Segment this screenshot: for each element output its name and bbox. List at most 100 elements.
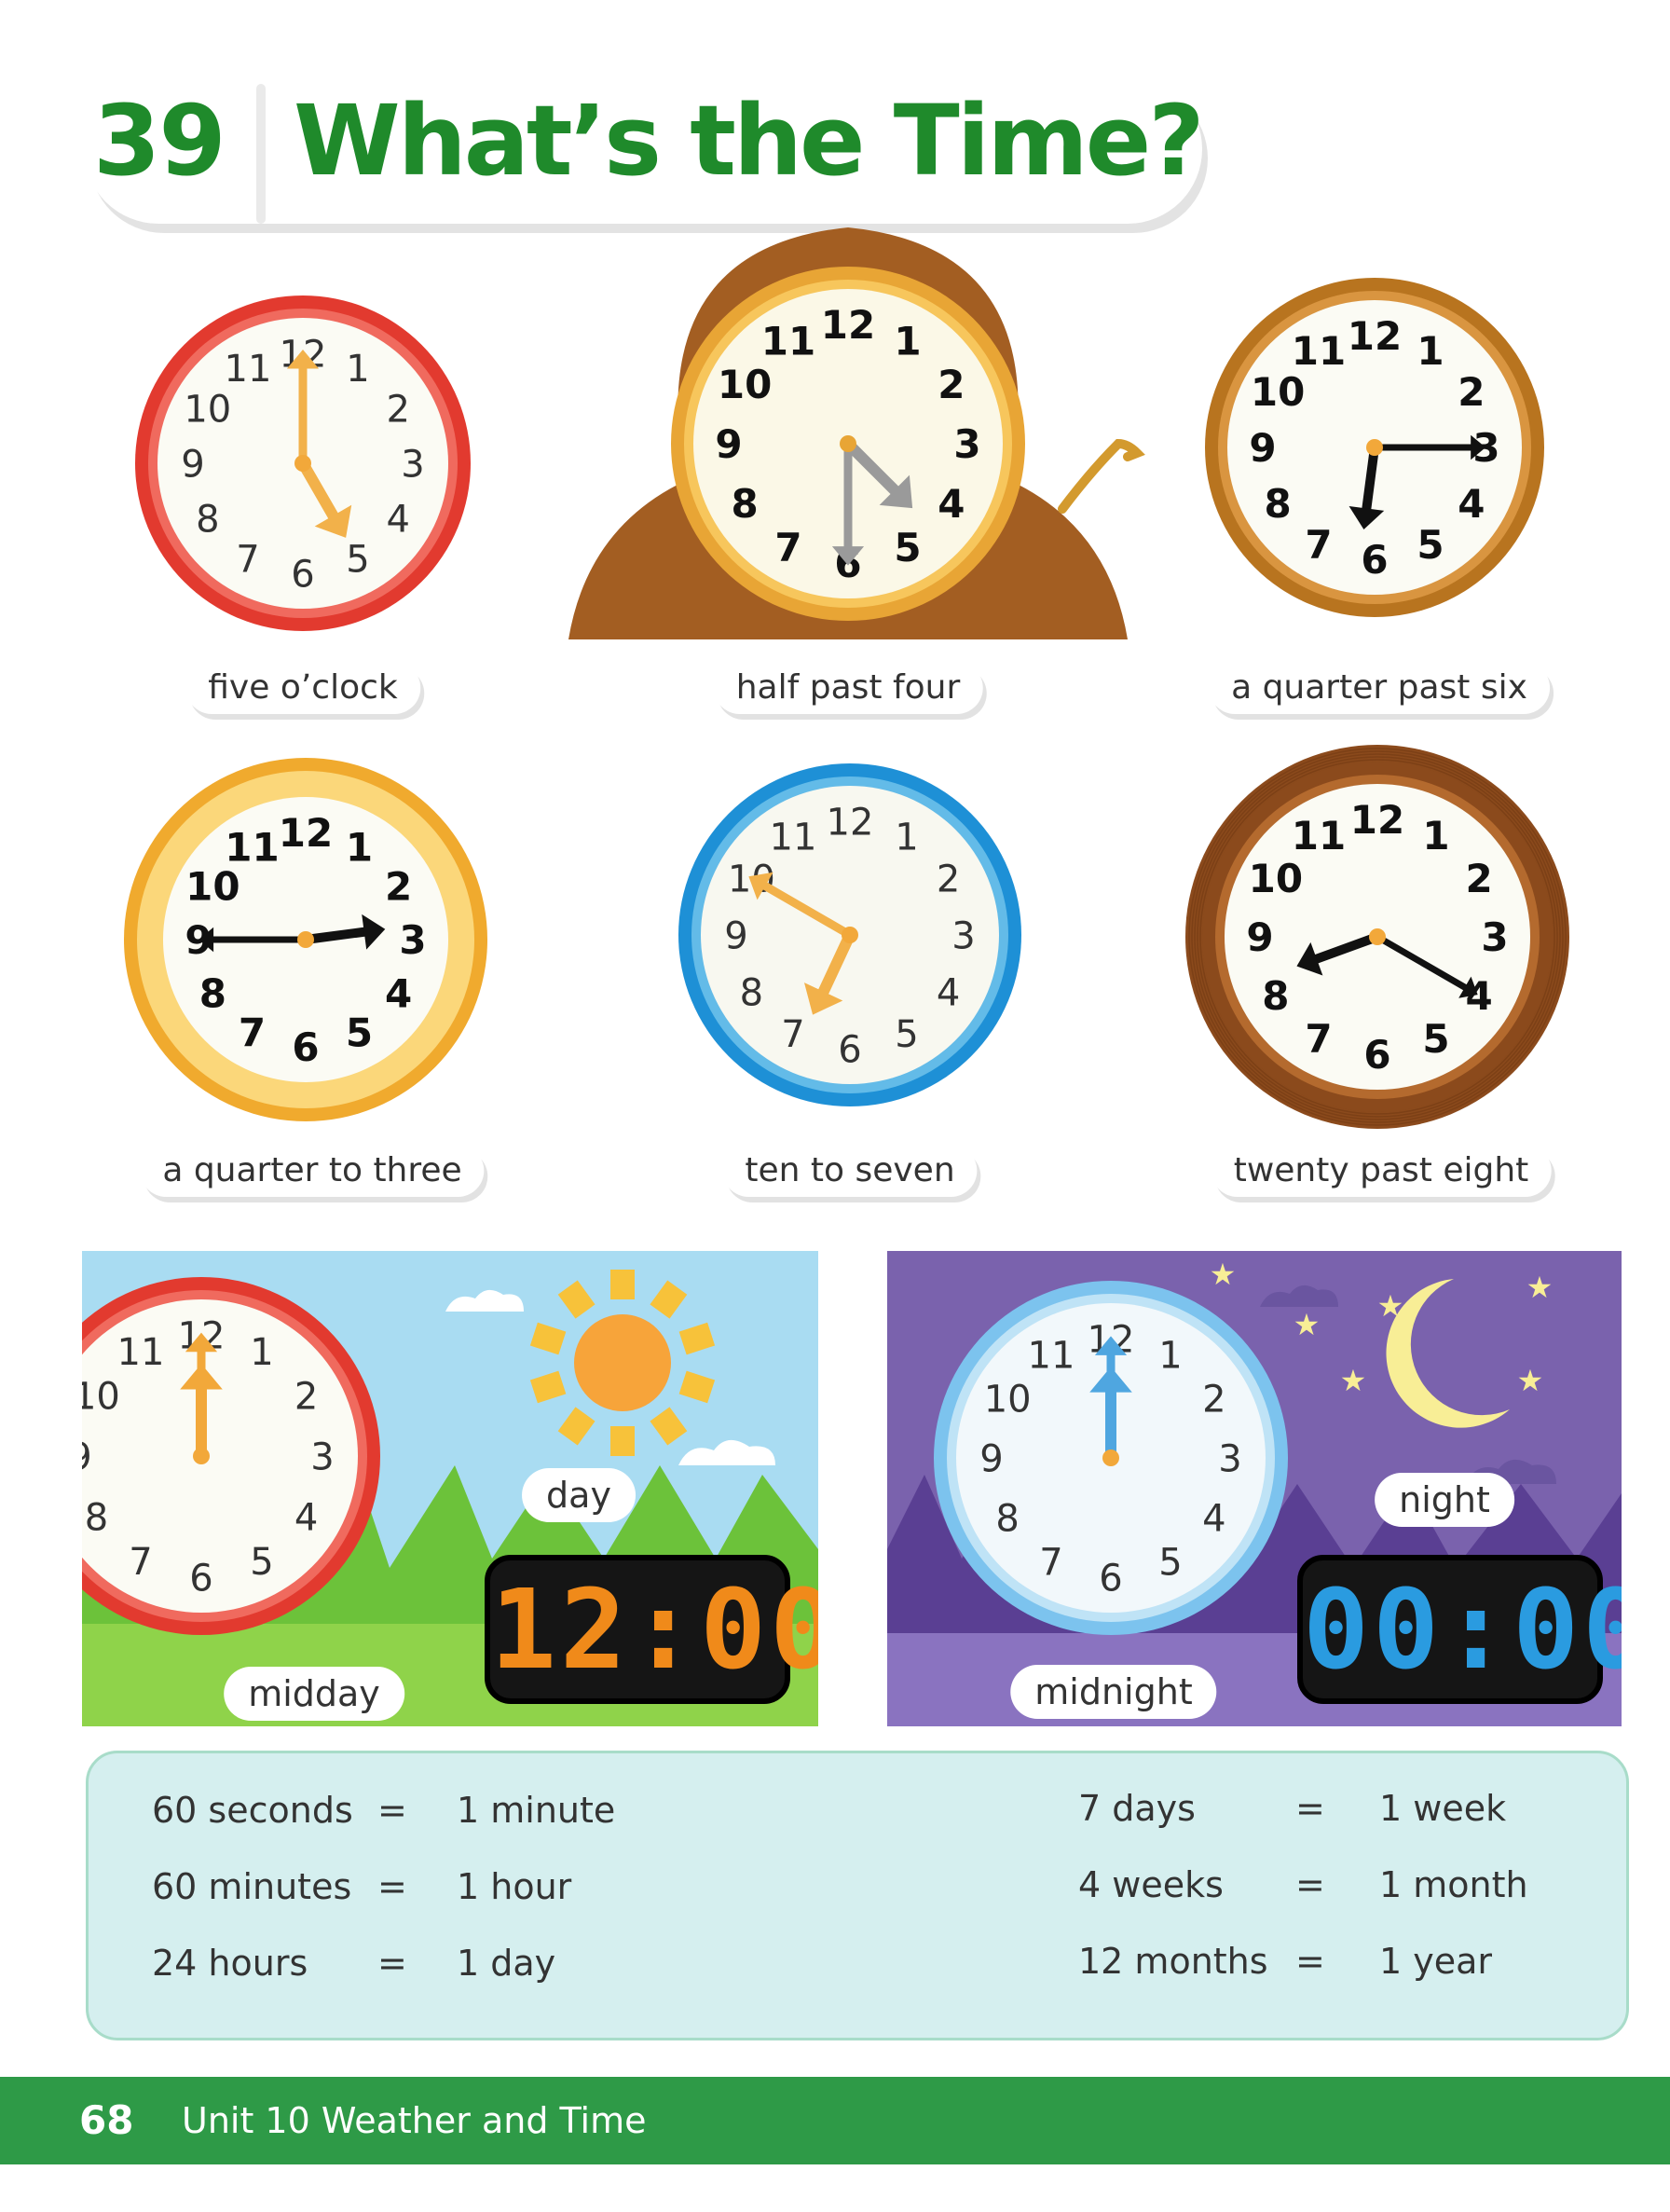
conversion-equals: = xyxy=(377,1866,407,1907)
clock-number: 5 xyxy=(346,539,369,582)
clock-number: 4 xyxy=(937,971,960,1014)
clock-number: 3 xyxy=(401,443,424,486)
clock-grid: 1212345678910111212345678910111212345678… xyxy=(0,0,1670,1212)
midnight-label: midnight xyxy=(1010,1665,1217,1719)
clock-caption-five-oclock: five o’clock xyxy=(185,662,420,714)
clock-number: 6 xyxy=(838,1028,861,1071)
clock-number: 5 xyxy=(894,525,921,570)
clock-number: 6 xyxy=(1363,1032,1390,1078)
clock-number: 11 xyxy=(225,825,279,871)
clock-number: 4 xyxy=(1202,1497,1225,1540)
clock-number: 12 xyxy=(1348,313,1402,359)
clock-caption-half-past-four: half past four xyxy=(713,662,983,714)
clock-caption-quarter-past-six: a quarter past six xyxy=(1209,662,1550,714)
clock-number: 1 xyxy=(346,348,369,391)
clock-number: 12 xyxy=(827,801,874,844)
clock-number: 11 xyxy=(761,318,815,364)
clock-number: 3 xyxy=(1218,1437,1241,1480)
conversion-lhs: 60 minutes xyxy=(152,1866,352,1907)
clock-caption-quarter-to-three: a quarter to three xyxy=(140,1145,485,1197)
conversion-equals: = xyxy=(377,1790,407,1831)
conversion-equals: = xyxy=(1295,1941,1325,1982)
night-badge: night xyxy=(1375,1473,1514,1527)
clock-number: 11 xyxy=(117,1331,165,1374)
midday-scene: 121234567891011 day midday 12:00 xyxy=(82,1251,818,1726)
clock-number: 12 xyxy=(821,302,875,348)
conversion-rhs: 1 week xyxy=(1379,1788,1507,1829)
clock-caption-ten-to-seven: ten to seven xyxy=(722,1145,978,1197)
clock-number: 1 xyxy=(895,817,918,859)
clock-center-pin xyxy=(297,931,314,948)
clock-number: 3 xyxy=(951,914,975,957)
clock-number: 7 xyxy=(1039,1541,1062,1584)
clock-number: 5 xyxy=(1417,522,1444,568)
clock-number: 10 xyxy=(82,1375,120,1418)
conversion-rhs: 1 month xyxy=(1379,1864,1528,1905)
clock-number: 6 xyxy=(291,553,314,596)
clock-number: 7 xyxy=(774,525,801,570)
clock-number: 9 xyxy=(724,914,747,957)
conversion-equals: = xyxy=(1295,1788,1325,1829)
clock-center-pin xyxy=(1366,439,1383,456)
clock-number: 8 xyxy=(199,971,226,1017)
day-badge: day xyxy=(522,1468,636,1522)
clock-number: 9 xyxy=(181,443,204,486)
clock-number: 3 xyxy=(1481,914,1508,960)
star-icon: ★ xyxy=(1210,1257,1237,1292)
conversion-lhs: 60 seconds xyxy=(152,1790,353,1831)
clock-center-pin xyxy=(1102,1449,1119,1466)
star-icon: ★ xyxy=(1294,1307,1321,1342)
clock-center-pin xyxy=(193,1448,210,1464)
analog-clock: 121234567891011 xyxy=(1185,745,1569,1129)
clock-number: 5 xyxy=(346,1010,373,1056)
clock-number: 9 xyxy=(82,1436,92,1478)
clock-number: 9 xyxy=(979,1437,1003,1480)
clock-number: 8 xyxy=(196,498,219,541)
conversion-equals: = xyxy=(1295,1864,1325,1905)
clock-number: 8 xyxy=(1264,481,1291,527)
analog-clock: 121234567891011 xyxy=(135,295,471,631)
time-conversions-box: 60 seconds = 1 minute 60 minutes = 1 hou… xyxy=(86,1751,1629,2040)
clock-number: 8 xyxy=(1262,973,1289,1019)
clock-center-pin xyxy=(842,927,858,943)
conversion-lhs: 24 hours xyxy=(152,1943,308,1984)
clock-number: 7 xyxy=(1305,522,1332,568)
clock-center-pin xyxy=(294,455,311,472)
clock-number: 8 xyxy=(995,1497,1019,1540)
clock-center-pin xyxy=(1369,928,1386,945)
clock-number: 11 xyxy=(1028,1335,1075,1378)
clock-number: 5 xyxy=(1422,1016,1449,1062)
conversion-rhs: 1 day xyxy=(457,1943,556,1984)
clock-number: 7 xyxy=(239,1010,266,1056)
analog-clock: 121234567891011 xyxy=(1205,278,1544,617)
sun-disk xyxy=(574,1314,671,1411)
clock-number: 12 xyxy=(1350,797,1404,843)
clock-number: 4 xyxy=(938,481,965,527)
star-icon: ★ xyxy=(1526,1270,1554,1305)
clock-number: 4 xyxy=(1458,481,1485,527)
page-footer: 68 Unit 10 Weather and Time xyxy=(0,2077,1670,2164)
clock-number: 10 xyxy=(718,362,772,407)
digital-clock-day: 12:00 xyxy=(485,1555,818,1704)
clock-number: 10 xyxy=(1249,856,1303,901)
clock-number: 8 xyxy=(740,971,763,1014)
midnight-scene: ★★★★★★121234567891011 night midnight 00:… xyxy=(887,1251,1622,1726)
midday-label: midday xyxy=(224,1667,404,1721)
clock-number: 1 xyxy=(1422,813,1449,859)
clock-number: 11 xyxy=(225,348,272,391)
clock-number: 2 xyxy=(386,388,409,431)
unit-title: Unit 10 Weather and Time xyxy=(182,2100,647,2141)
analog-clock-midnight: 121234567891011 xyxy=(934,1281,1288,1635)
clock-number: 3 xyxy=(953,421,980,467)
clocks-illustration: 1212345678910111212345678910111212345678… xyxy=(124,227,1569,1129)
clock-number: 11 xyxy=(1292,813,1346,859)
sun-ray xyxy=(610,1270,635,1299)
clock-number: 4 xyxy=(386,498,409,541)
analog-clock: 121234567891011 xyxy=(678,763,1021,1106)
conversion-lhs: 4 weeks xyxy=(1078,1864,1224,1905)
clock-number: 4 xyxy=(385,971,412,1017)
clock-number: 1 xyxy=(1417,328,1444,374)
clock-number: 5 xyxy=(1158,1541,1182,1584)
clock-number: 9 xyxy=(715,421,742,467)
star-icon: ★ xyxy=(1517,1363,1544,1398)
